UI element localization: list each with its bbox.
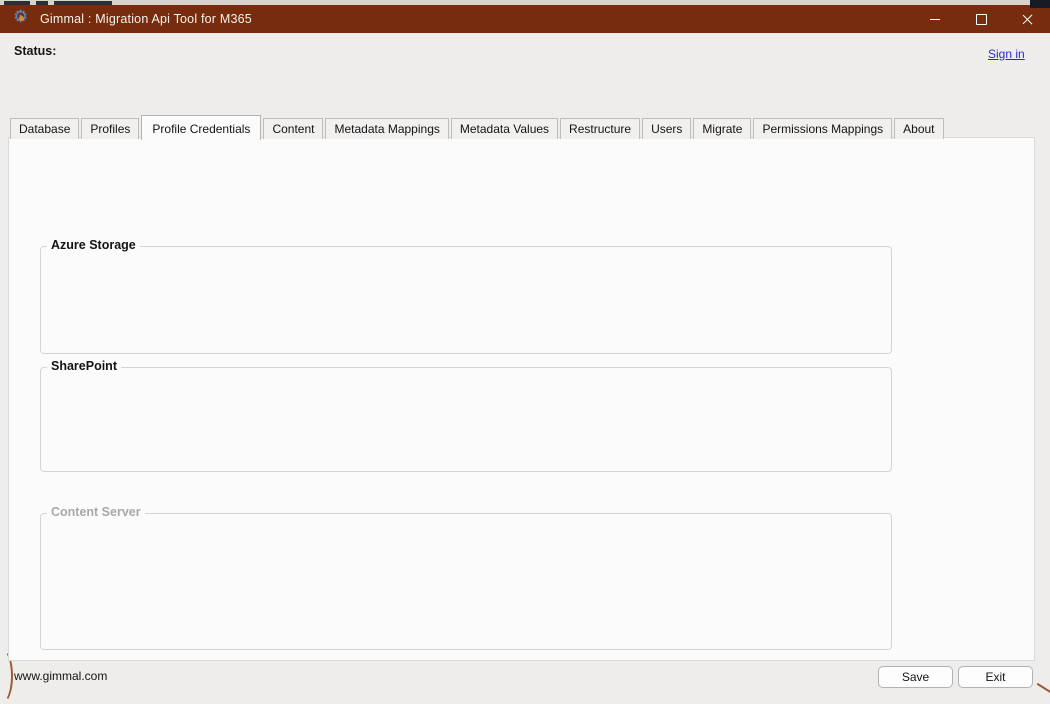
- tab-profile-credentials[interactable]: Profile Credentials: [141, 115, 261, 140]
- azure-storage-legend: Azure Storage: [47, 238, 140, 252]
- azure-storage-group: Azure Storage: [40, 246, 892, 354]
- tab-migrate[interactable]: Migrate: [693, 118, 751, 139]
- close-button[interactable]: [1004, 5, 1050, 33]
- tab-permissions-mappings[interactable]: Permissions Mappings: [753, 118, 892, 139]
- app-gear-icon: ⚙: [13, 10, 31, 28]
- content-server-group: Content Server: [40, 513, 892, 650]
- background-fragment-top-right: [1030, 0, 1050, 8]
- exit-button[interactable]: Exit: [958, 666, 1033, 688]
- tab-restructure[interactable]: Restructure: [560, 118, 640, 139]
- save-button[interactable]: Save: [878, 666, 953, 688]
- maximize-button[interactable]: [958, 5, 1004, 33]
- top-sign-in-link[interactable]: Sign in: [988, 47, 1025, 61]
- minimize-button[interactable]: [912, 5, 958, 33]
- tab-about[interactable]: About: [894, 118, 943, 139]
- content-server-legend: Content Server: [47, 505, 145, 519]
- tab-metadata-values[interactable]: Metadata Values: [451, 118, 558, 139]
- sharepoint-legend: SharePoint: [47, 359, 121, 373]
- tab-database[interactable]: Database: [10, 118, 79, 139]
- minimize-icon: [930, 19, 940, 20]
- window-controls: [912, 5, 1050, 33]
- tab-content[interactable]: Content: [263, 118, 323, 139]
- tab-strip: Database Profiles Profile Credentials Co…: [10, 115, 946, 139]
- close-icon: [1022, 14, 1033, 25]
- tab-profiles[interactable]: Profiles: [81, 118, 139, 139]
- titlebar: ⚙ Gimmal : Migration Api Tool for M365: [0, 5, 1050, 33]
- tab-users[interactable]: Users: [642, 118, 691, 139]
- tab-metadata-mappings[interactable]: Metadata Mappings: [325, 118, 448, 139]
- maximize-icon: [976, 14, 987, 25]
- sharepoint-group: SharePoint: [40, 367, 892, 472]
- background-fragment-bottom-right: [1037, 683, 1050, 693]
- website-label: www.gimmal.com: [14, 669, 107, 683]
- status-label: Status:: [14, 44, 56, 58]
- window-title: Gimmal : Migration Api Tool for M365: [40, 12, 252, 26]
